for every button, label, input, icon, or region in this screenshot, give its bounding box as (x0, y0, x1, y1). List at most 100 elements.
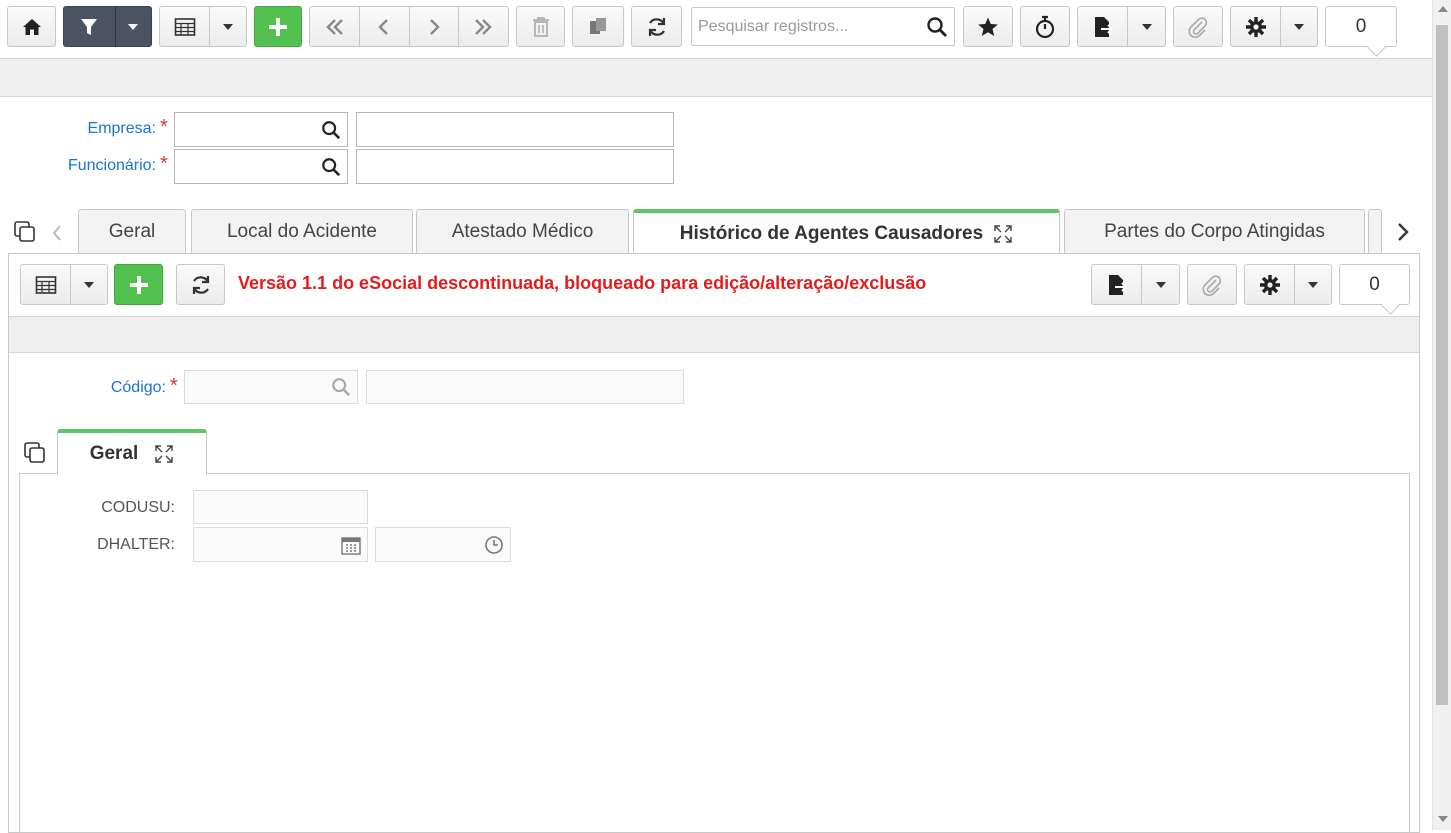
record-navigation (309, 6, 509, 47)
dhalter-label: DHALTER: (97, 536, 175, 553)
copy-tab-icon[interactable] (13, 220, 37, 244)
tabs-scroll-right-icon[interactable] (1395, 221, 1411, 243)
first-record-button[interactable] (310, 7, 359, 46)
inner-tab-geral[interactable]: Geral (57, 429, 207, 475)
grid-view-button[interactable] (159, 6, 247, 47)
timer-button[interactable] (1020, 6, 1070, 47)
detail-filter-bar (9, 316, 1419, 353)
settings-button[interactable] (1230, 6, 1318, 47)
star-icon (978, 17, 998, 36)
refresh-button[interactable] (631, 6, 682, 47)
search-box (691, 7, 955, 46)
refresh-icon (192, 275, 209, 294)
tab-historico-agentes-causadores[interactable]: Histórico de Agentes Causadores (633, 209, 1060, 255)
codigo-code-field[interactable] (184, 370, 358, 404)
view-dropdown-caret[interactable] (210, 7, 246, 46)
page-scrollbar[interactable] (1432, 0, 1451, 830)
tab-atestado-medico[interactable]: Atestado Médico (416, 209, 629, 253)
empresa-description-field[interactable] (356, 112, 674, 147)
next-record-button[interactable] (409, 7, 457, 46)
empresa-label: Empresa: (87, 120, 156, 137)
export-button[interactable] (1077, 6, 1166, 47)
tab-overflow[interactable] (1368, 209, 1382, 253)
tab-geral[interactable]: Geral (78, 209, 186, 253)
double-chevron-right-icon (475, 18, 493, 35)
copy-tab-icon[interactable] (23, 441, 47, 465)
detail-settings-button[interactable] (1244, 264, 1332, 305)
main-filter-bar (0, 58, 1432, 97)
codusu-label: CODUSU: (101, 499, 175, 516)
tab-partes-do-corpo-atingidas[interactable]: Partes do Corpo Atingidas (1064, 209, 1365, 253)
codigo-description-field[interactable] (366, 370, 684, 404)
search-icon[interactable] (331, 377, 351, 397)
detail-export-dropdown-caret[interactable] (1142, 265, 1179, 304)
search-input[interactable] (692, 8, 926, 45)
export-icon (1078, 7, 1127, 46)
dhalter-date-field[interactable] (193, 527, 368, 562)
dhalter-time-field[interactable] (375, 527, 511, 562)
detail-refresh-button[interactable] (176, 264, 225, 305)
search-icon[interactable] (321, 120, 341, 140)
grid-icon (21, 265, 70, 304)
empresa-code-field[interactable] (174, 112, 348, 147)
filter-dropdown-caret[interactable] (116, 7, 151, 46)
filter-icon (64, 7, 115, 46)
plus-icon (129, 275, 148, 294)
codusu-field[interactable] (193, 490, 368, 524)
chevron-right-icon (429, 18, 440, 35)
clock-icon[interactable] (484, 535, 504, 555)
detail-settings-dropdown-caret[interactable] (1295, 265, 1331, 304)
detail-grid-view-button[interactable] (20, 264, 108, 305)
home-icon (22, 18, 41, 35)
detail-record-counter: 0 (1339, 264, 1410, 305)
last-record-button[interactable] (459, 7, 508, 46)
grid-icon (160, 7, 209, 46)
codigo-label: Código: (110, 379, 166, 396)
tab-label: Histórico de Agentes Causadores (679, 223, 984, 244)
codigo-required-mark: * (170, 375, 178, 397)
detail-view-dropdown-caret[interactable] (71, 265, 107, 304)
previous-record-button[interactable] (360, 7, 408, 46)
gear-icon (1231, 7, 1280, 46)
plus-icon (269, 17, 287, 36)
duplicate-button[interactable] (572, 6, 624, 47)
empresa-required-mark: * (160, 116, 168, 138)
detail-add-button[interactable] (114, 264, 163, 305)
home-button[interactable] (7, 6, 56, 47)
detail-export-button[interactable] (1091, 264, 1180, 305)
expand-icon[interactable] (993, 224, 1013, 244)
tab-local-do-acidente[interactable]: Local do Acidente (191, 209, 413, 253)
funcionario-label: Funcionário: (67, 157, 156, 174)
add-record-button[interactable] (254, 6, 302, 47)
scroll-down-arrow[interactable] (1438, 816, 1448, 822)
search-icon[interactable] (321, 157, 341, 177)
record-counter: 0 (1325, 6, 1397, 47)
funcionario-code-field[interactable] (174, 149, 348, 184)
filter-button[interactable] (63, 6, 152, 47)
search-icon[interactable] (926, 16, 948, 38)
double-chevron-left-icon (325, 18, 343, 35)
stopwatch-icon (1035, 15, 1055, 38)
refresh-icon (648, 17, 665, 36)
favorite-button[interactable] (963, 6, 1013, 47)
export-icon (1092, 265, 1141, 304)
gear-icon (1245, 265, 1294, 304)
delete-button[interactable] (516, 6, 565, 47)
paperclip-icon (1188, 16, 1208, 38)
funcionario-required-mark: * (160, 153, 168, 175)
chevron-left-icon (378, 18, 389, 35)
tabs-scroll-left-icon[interactable] (50, 223, 64, 243)
attachment-button[interactable] (1173, 6, 1223, 47)
calendar-icon[interactable] (341, 535, 361, 555)
expand-icon[interactable] (154, 444, 174, 464)
paperclip-icon (1202, 274, 1222, 296)
copy-icon (590, 17, 606, 34)
funcionario-description-field[interactable] (356, 149, 674, 184)
settings-dropdown-caret[interactable] (1281, 7, 1317, 46)
esocial-warning-message: Versão 1.1 do eSocial descontinuada, blo… (238, 273, 927, 293)
trash-icon (532, 16, 549, 37)
scroll-up-arrow[interactable] (1438, 6, 1448, 12)
detail-attachment-button[interactable] (1187, 264, 1237, 305)
scrollbar-thumb[interactable] (1436, 25, 1448, 705)
export-dropdown-caret[interactable] (1128, 7, 1165, 46)
